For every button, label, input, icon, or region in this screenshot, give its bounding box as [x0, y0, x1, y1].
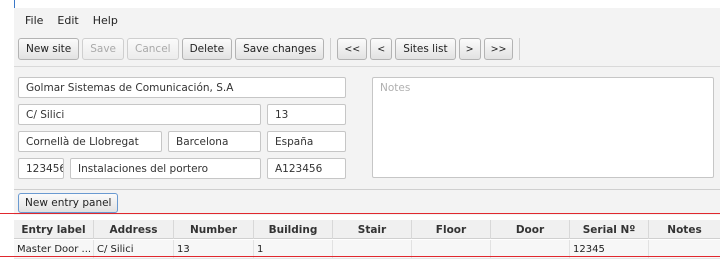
- site-form: Golmar Sistemas de Comunicación, S.A C/ …: [14, 66, 720, 188]
- column-header[interactable]: Floor: [412, 220, 491, 239]
- postal-code-field[interactable]: 123456: [18, 158, 64, 179]
- table-header: Entry label Address Number Building Stai…: [14, 220, 720, 239]
- menu-file[interactable]: File: [18, 14, 50, 27]
- company-field[interactable]: Golmar Sistemas de Comunicación, S.A: [18, 77, 346, 98]
- menu-edit[interactable]: Edit: [50, 14, 85, 27]
- column-header[interactable]: Notes: [649, 220, 720, 239]
- column-header[interactable]: Serial Nº: [570, 220, 649, 239]
- toolbar-separator: [330, 38, 332, 60]
- menu-bar: File Edit Help: [14, 8, 720, 32]
- highlight-line-top: [0, 213, 720, 214]
- table-empty-area: [14, 260, 720, 273]
- column-header[interactable]: Building: [254, 220, 333, 239]
- entry-panel-bar: New entry panel: [14, 189, 720, 215]
- description-field[interactable]: Instalaciones del portero: [70, 158, 261, 179]
- notes-textarea[interactable]: Notes: [372, 77, 714, 178]
- column-header[interactable]: Address: [94, 220, 174, 239]
- number-field[interactable]: 13: [267, 104, 346, 125]
- cancel-button[interactable]: Cancel: [127, 38, 179, 60]
- next-record-button[interactable]: >: [458, 38, 481, 60]
- entry-panels-table: Entry label Address Number Building Stai…: [14, 215, 720, 273]
- previous-record-button[interactable]: <: [370, 38, 393, 60]
- province-field[interactable]: Barcelona: [168, 131, 261, 152]
- delete-button[interactable]: Delete: [181, 38, 233, 60]
- column-header[interactable]: Door: [491, 220, 570, 239]
- country-field[interactable]: España: [267, 131, 346, 152]
- column-header[interactable]: Entry label: [14, 220, 94, 239]
- column-header[interactable]: Stair: [333, 220, 412, 239]
- app-window: File Edit Help New site Save Cancel Dele…: [14, 8, 720, 273]
- menu-help[interactable]: Help: [86, 14, 125, 27]
- column-header[interactable]: Number: [174, 220, 254, 239]
- street-field[interactable]: C/ Silici: [18, 104, 261, 125]
- save-changes-button[interactable]: Save changes: [235, 38, 325, 60]
- site-code-field[interactable]: A123456: [267, 158, 346, 179]
- new-entry-panel-button[interactable]: New entry panel: [18, 193, 119, 213]
- first-record-button[interactable]: <<: [337, 38, 368, 60]
- sites-list-button[interactable]: Sites list: [395, 38, 456, 60]
- last-record-button[interactable]: >>: [483, 38, 514, 60]
- new-site-button[interactable]: New site: [18, 38, 80, 60]
- highlight-line-bottom: [0, 256, 720, 257]
- toolbar: New site Save Cancel Delete Save changes…: [14, 34, 720, 64]
- city-field[interactable]: Cornellà de Llobregat: [18, 131, 162, 152]
- toolbar-separator: [519, 38, 521, 60]
- save-button[interactable]: Save: [82, 38, 124, 60]
